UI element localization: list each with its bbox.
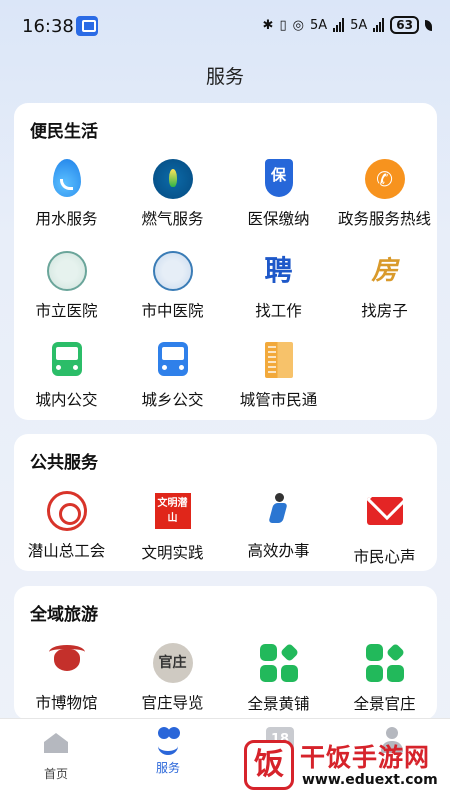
gas-flame-icon	[152, 159, 193, 199]
service-label: 找房子	[361, 302, 408, 320]
service-label: 医保缴纳	[247, 210, 310, 228]
service-label: 高效办事	[247, 542, 310, 560]
service-label: 城乡公交	[141, 391, 204, 409]
service-label: 官庄导览	[141, 694, 204, 712]
service-tcm-hospital[interactable]: 市中医院	[120, 251, 225, 321]
service-label: 市中医院	[141, 302, 204, 320]
service-label: 城管市民通	[239, 391, 318, 409]
status-time: 16:38	[22, 16, 74, 37]
service-label: 全景官庄	[353, 695, 416, 713]
panorama-icon	[365, 642, 405, 684]
tab-label: 首页	[43, 767, 68, 781]
museum-icon	[47, 643, 87, 683]
guanzhuang-icon: 官庄	[152, 643, 193, 683]
service-label: 潜山总工会	[27, 542, 106, 560]
service-city-management[interactable]: 城管市民通	[226, 340, 331, 410]
building-icon	[259, 340, 299, 380]
service-gas[interactable]: 燃气服务	[120, 159, 225, 229]
section-public-services: 公共服务 潜山总工会 文明潜山 文明实践 高效办事 市民心声	[14, 434, 437, 571]
vibrate-icon: ▯	[279, 17, 287, 33]
service-rural-bus[interactable]: 城乡公交	[120, 340, 225, 410]
service-label: 市博物馆	[35, 694, 98, 712]
service-medical-insurance[interactable]: 保 医保缴纳	[226, 159, 331, 229]
service-civilization-practice[interactable]: 文明潜山 文明实践	[120, 491, 225, 563]
service-museum[interactable]: 市博物馆	[14, 643, 119, 713]
watermark-title: 干饭手游网	[300, 743, 431, 772]
house-icon: 房	[371, 256, 398, 286]
recruit-icon: 聘	[264, 254, 293, 287]
network-type-1: 5A	[309, 17, 328, 33]
service-panorama-huangpu[interactable]: 全景黄铺	[226, 642, 331, 714]
service-water[interactable]: 用水服务	[14, 159, 119, 229]
rural-bus-icon	[153, 340, 193, 380]
civilization-badge-icon: 文明潜山	[153, 493, 193, 533]
medical-insurance-shield-icon: 保	[259, 159, 299, 199]
section-convenience: 便民生活 用水服务 燃气服务 保 医保缴纳 ✆ 政务服务热线 市立医院 市中医院…	[14, 103, 437, 420]
service-label: 找工作	[255, 302, 302, 320]
service-label: 市立医院	[35, 302, 98, 320]
service-label: 市民心声	[353, 548, 416, 566]
tcm-hospital-seal-icon	[152, 251, 193, 291]
mail-icon	[365, 497, 405, 537]
battery-icon: 63	[390, 16, 419, 34]
service-label: 城内公交	[35, 391, 98, 409]
tab-service[interactable]: 服务	[112, 727, 224, 776]
panorama-icon	[259, 642, 299, 684]
service-citizen-voice[interactable]: 市民心声	[332, 491, 437, 567]
signal-icon-2	[373, 18, 385, 32]
section-title: 公共服务	[30, 453, 98, 473]
network-type-2: 5A	[350, 17, 368, 33]
service-heart-icon	[152, 727, 184, 755]
service-find-house[interactable]: 房 找房子	[332, 251, 437, 321]
site-watermark: 饭 干饭手游网 www.eduext.com	[244, 738, 444, 796]
water-drop-icon	[47, 159, 87, 199]
tab-label: 服务	[155, 761, 180, 775]
app-notification-icon	[76, 16, 98, 36]
service-city-bus[interactable]: 城内公交	[14, 340, 119, 410]
service-trade-union[interactable]: 潜山总工会	[14, 491, 119, 561]
service-efficient-affairs[interactable]: 高效办事	[226, 491, 331, 561]
service-panorama-guanzhuang[interactable]: 全景官庄	[332, 642, 437, 714]
tab-home[interactable]: 首页	[0, 727, 112, 782]
section-tourism: 全域旅游 市博物馆 官庄 官庄导览 全景黄铺 全景官庄	[14, 586, 437, 720]
status-bar: 16:38 ✱ ▯ ◎ 5A 5A 63	[0, 0, 450, 52]
trade-union-icon	[46, 491, 87, 531]
service-hotline[interactable]: ✆ 政务服务热线	[332, 159, 437, 229]
eco-leaf-icon	[425, 19, 432, 31]
watermark-logo-icon: 饭	[244, 740, 294, 790]
city-bus-icon	[47, 340, 87, 380]
status-indicators: ✱ ▯ ◎ 5A 5A 63	[263, 16, 432, 34]
service-city-hospital[interactable]: 市立医院	[14, 251, 119, 321]
watermark-url: www.eduext.com	[302, 772, 438, 788]
phone-icon: ✆	[364, 159, 405, 199]
hospital-seal-icon	[46, 251, 87, 291]
runner-icon	[259, 491, 299, 531]
service-label: 用水服务	[35, 210, 98, 228]
bluetooth-icon: ✱	[262, 17, 274, 33]
page-title: 服务	[205, 66, 244, 88]
service-label: 燃气服务	[141, 210, 204, 228]
service-find-job[interactable]: 聘 找工作	[226, 251, 331, 321]
service-label: 文明实践	[141, 544, 204, 562]
service-label: 全景黄铺	[247, 695, 310, 713]
home-icon	[40, 733, 72, 761]
section-title: 便民生活	[30, 122, 98, 142]
service-label: 政务服务热线	[337, 210, 431, 228]
section-title: 全域旅游	[30, 605, 98, 625]
service-guanzhuang-guide[interactable]: 官庄 官庄导览	[120, 643, 225, 713]
signal-icon-1	[333, 18, 345, 32]
hotspot-icon: ◎	[292, 17, 304, 33]
